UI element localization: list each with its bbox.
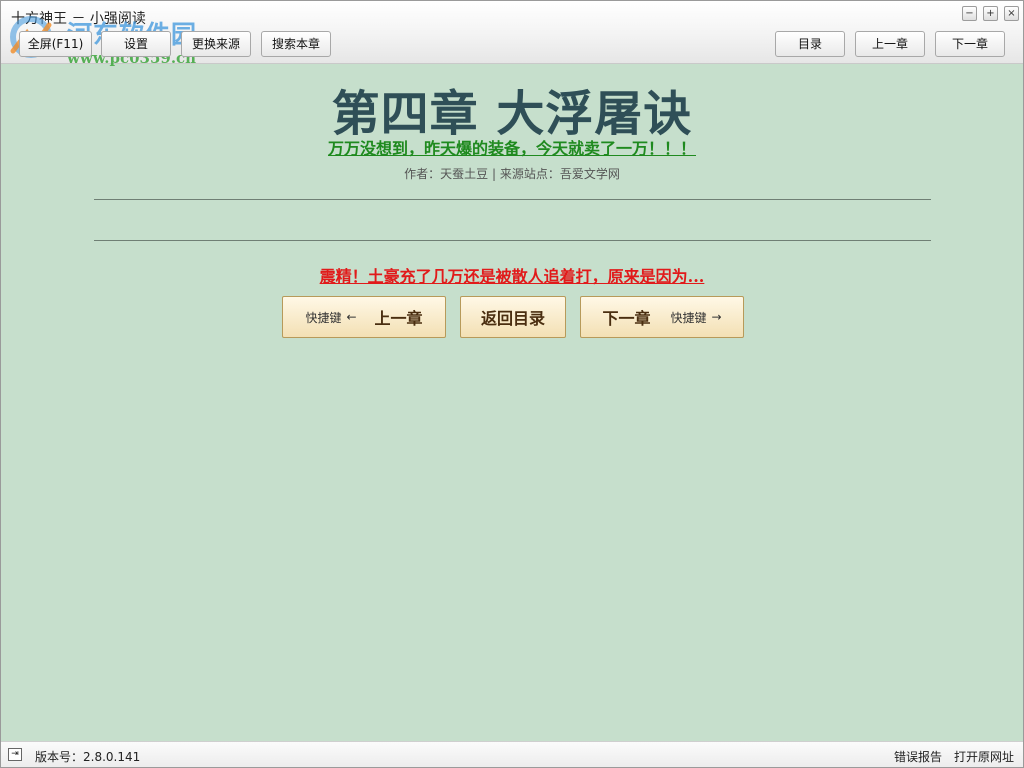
- reading-area: 第四章 大浮屠诀 万万没想到，昨天爆的装备，今天就卖了一万！！！ 作者：天蚕土豆…: [1, 64, 1023, 741]
- right-arrow-icon: →: [711, 310, 722, 324]
- version-label: 版本号：2.8.0.141: [35, 750, 141, 764]
- promo-link-bottom[interactable]: 震精！土豪充了几万还是被散人追着打，原来是因为...: [1, 263, 1023, 287]
- catalog-button[interactable]: 目录: [775, 31, 845, 57]
- nav-back-to-catalog-button[interactable]: 返回目录: [460, 296, 566, 338]
- search-chapter-button[interactable]: 搜索本章: [261, 31, 331, 57]
- next-chapter-button[interactable]: 下一章: [935, 31, 1005, 57]
- nav-prev-label: 上一章: [374, 309, 423, 328]
- nav-next-label: 下一章: [602, 309, 651, 328]
- shortcut-label: 快捷键: [305, 310, 342, 325]
- change-source-button[interactable]: 更换来源: [181, 31, 251, 57]
- chapter-title: 第四章 大浮屠诀: [331, 86, 693, 142]
- chapter-meta: 作者：天蚕土豆 | 来源站点：吾爱文学网: [404, 167, 620, 181]
- fullscreen-button[interactable]: 全屏(F11): [19, 31, 92, 57]
- nav-back-label: 返回目录: [480, 309, 545, 328]
- status-bar: ⇥ 版本号：2.8.0.141 错误报告 打开原网址: [1, 741, 1023, 767]
- maximize-icon[interactable]: +: [983, 6, 998, 21]
- minimize-icon[interactable]: −: [962, 6, 977, 21]
- nav-next-chapter-button[interactable]: 下一章 快捷键 →: [580, 296, 744, 338]
- divider-top: [94, 199, 931, 200]
- prev-chapter-button[interactable]: 上一章: [855, 31, 925, 57]
- settings-button[interactable]: 设置: [101, 31, 171, 57]
- title-bar[interactable]: 十方神王 － 小强阅读 河东软件园 www.pc0359.cn 全屏(F11) …: [1, 1, 1023, 67]
- nav-prev-chapter-button[interactable]: 快捷键 ← 上一章: [282, 296, 446, 338]
- close-icon[interactable]: ×: [1004, 6, 1019, 21]
- open-source-url-link[interactable]: 打开原网址: [954, 748, 1014, 765]
- error-report-link[interactable]: 错误报告: [894, 748, 942, 765]
- exit-icon[interactable]: ⇥: [8, 748, 22, 761]
- shortcut-label: 快捷键: [670, 310, 707, 325]
- left-arrow-icon: ←: [346, 310, 357, 324]
- promo-link-top[interactable]: 万万没想到，昨天爆的装备，今天就卖了一万！！！: [1, 135, 1023, 159]
- reader-window: 十方神王 － 小强阅读 河东软件园 www.pc0359.cn 全屏(F11) …: [0, 0, 1024, 768]
- divider-bottom: [94, 240, 931, 241]
